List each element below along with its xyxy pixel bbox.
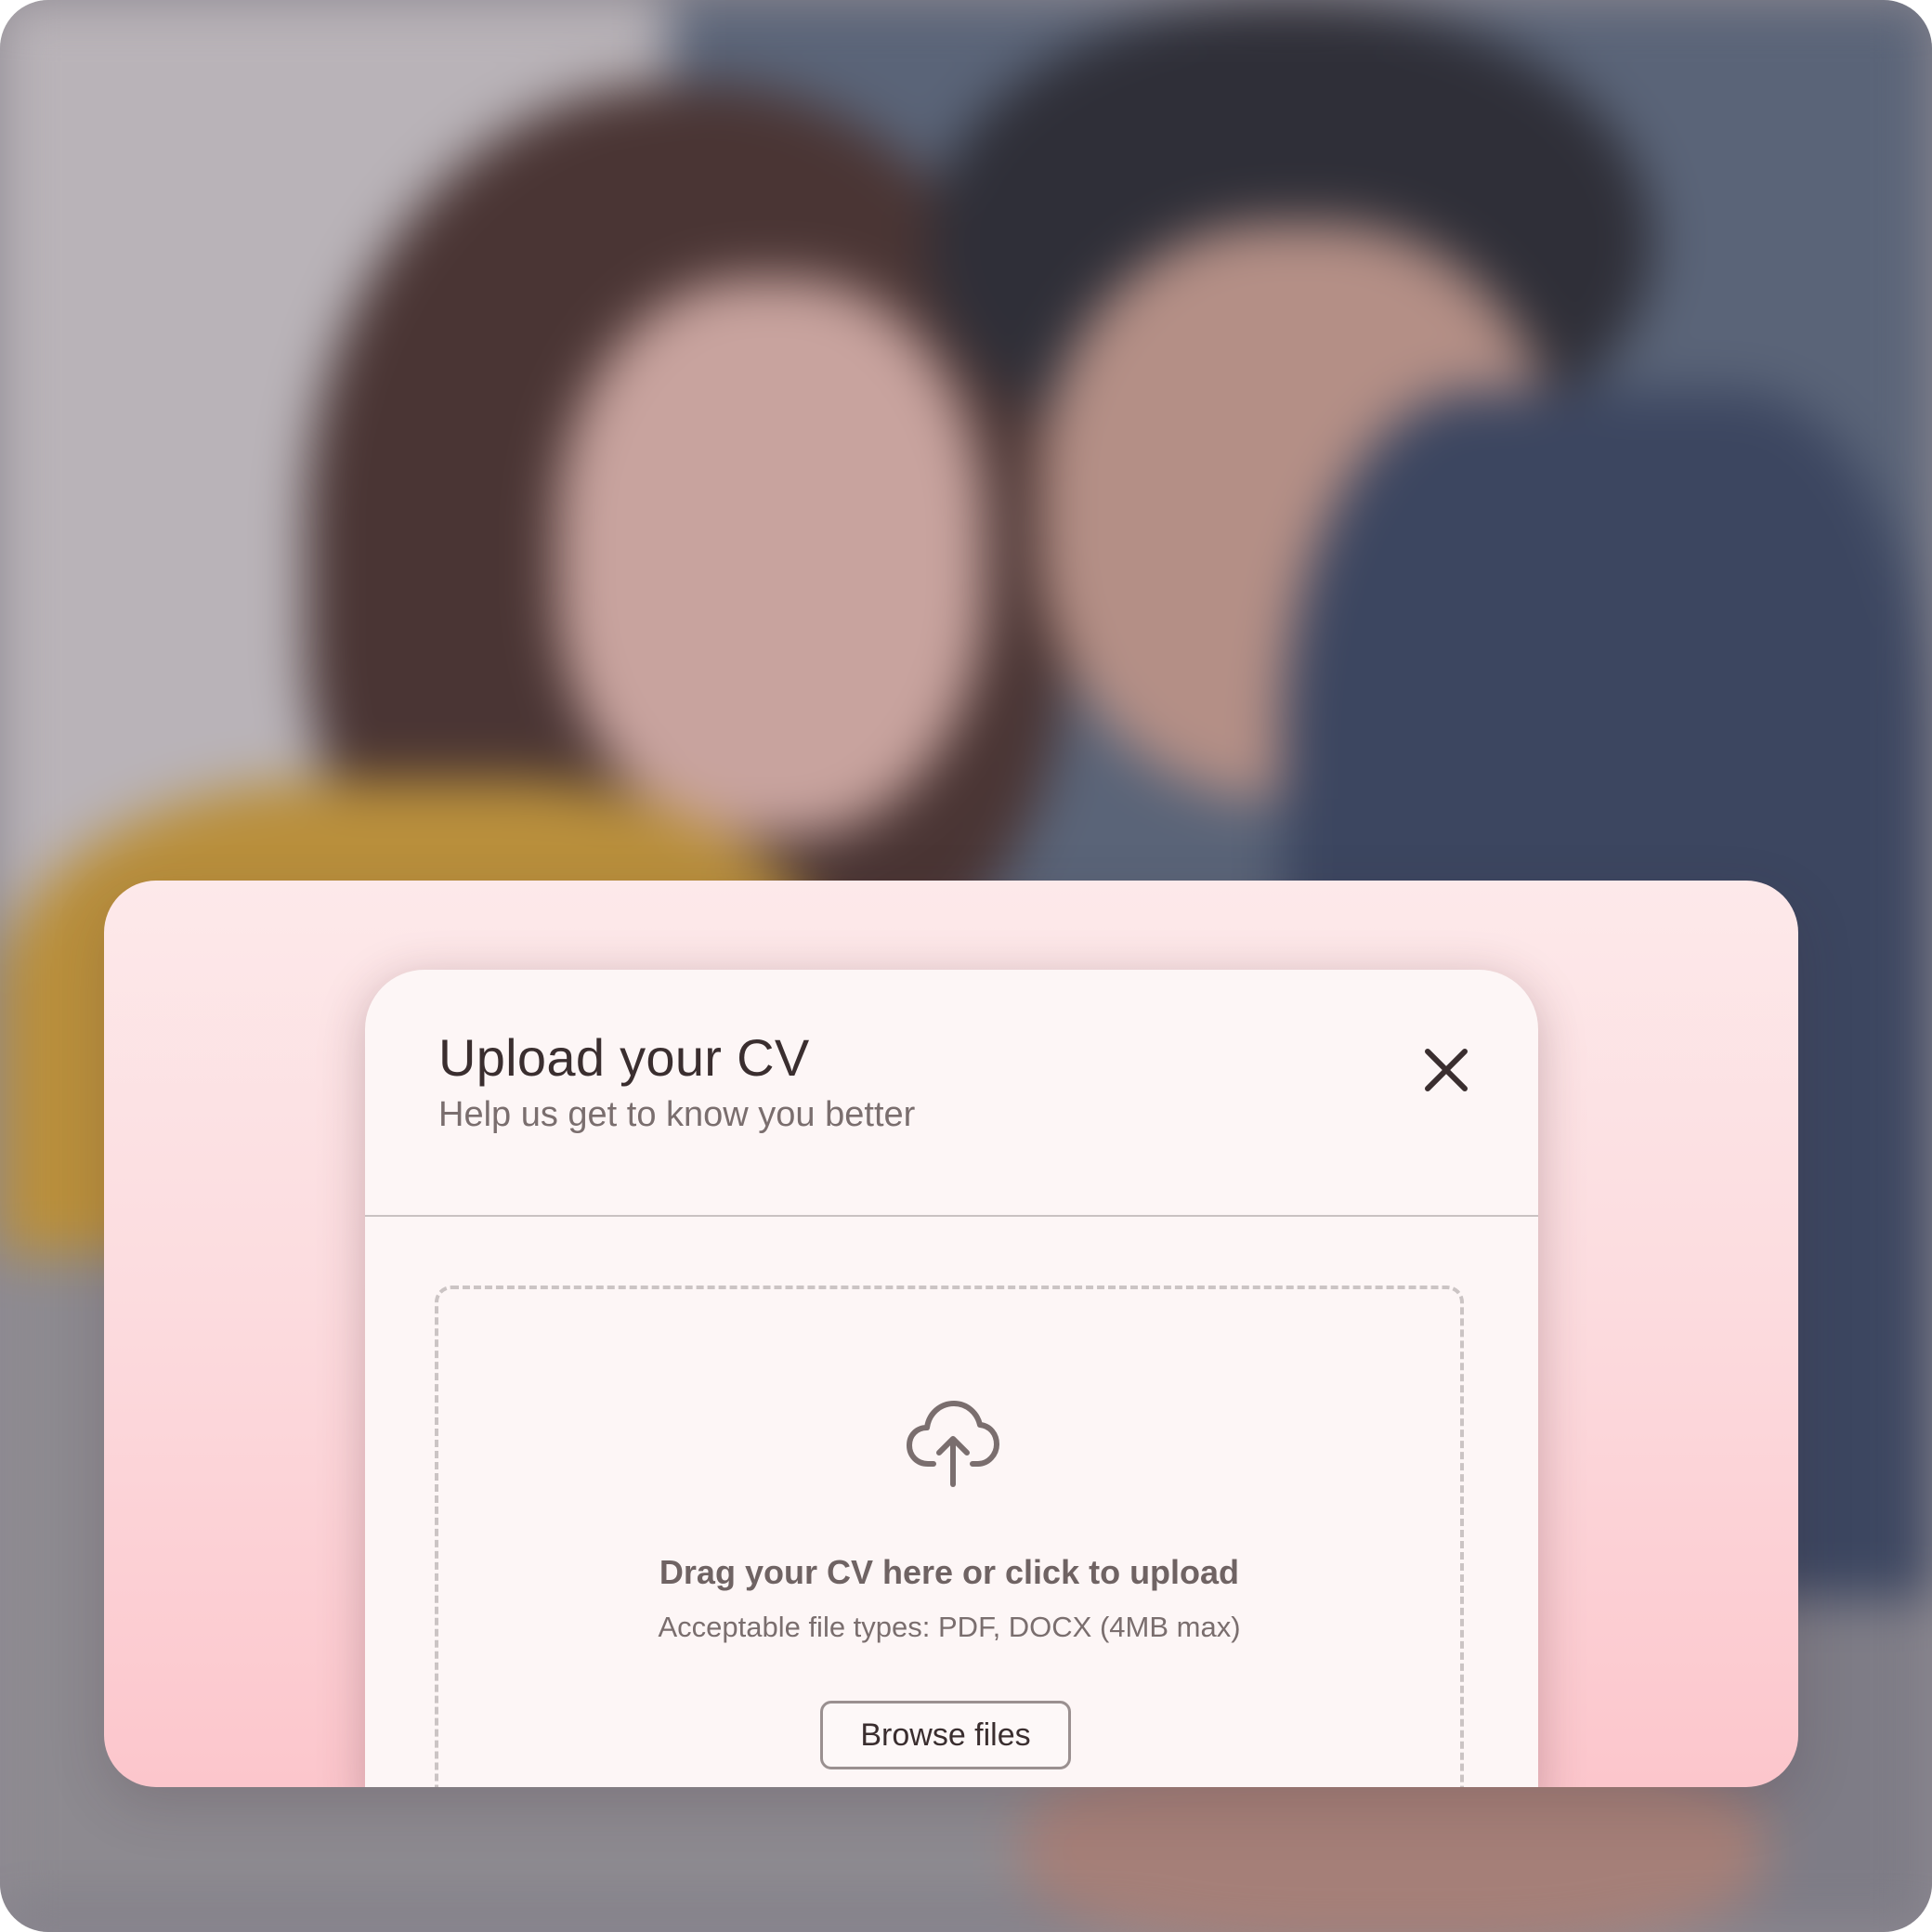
close-button[interactable] [1418, 1042, 1474, 1098]
cloud-upload-icon [907, 1401, 999, 1487]
screen-frame: Upload your CV Help us get to know you b… [0, 0, 1932, 1932]
dropzone-title: Drag your CV here or click to upload [659, 1553, 1240, 1591]
upload-dialog: Upload your CV Help us get to know you b… [365, 970, 1538, 1787]
close-icon [1425, 1049, 1468, 1091]
dropzone-hint: Acceptable file types: PDF, DOCX (4MB ma… [658, 1611, 1241, 1643]
file-dropzone[interactable]: Drag your CV here or click to upload Acc… [435, 1286, 1464, 1787]
browse-files-button[interactable]: Browse files [820, 1701, 1071, 1769]
dialog-header: Upload your CV Help us get to know you b… [365, 970, 1538, 1217]
promo-card: Upload your CV Help us get to know you b… [104, 881, 1798, 1787]
dialog-title: Upload your CV [438, 1028, 810, 1087]
dialog-subtitle: Help us get to know you better [438, 1095, 916, 1134]
